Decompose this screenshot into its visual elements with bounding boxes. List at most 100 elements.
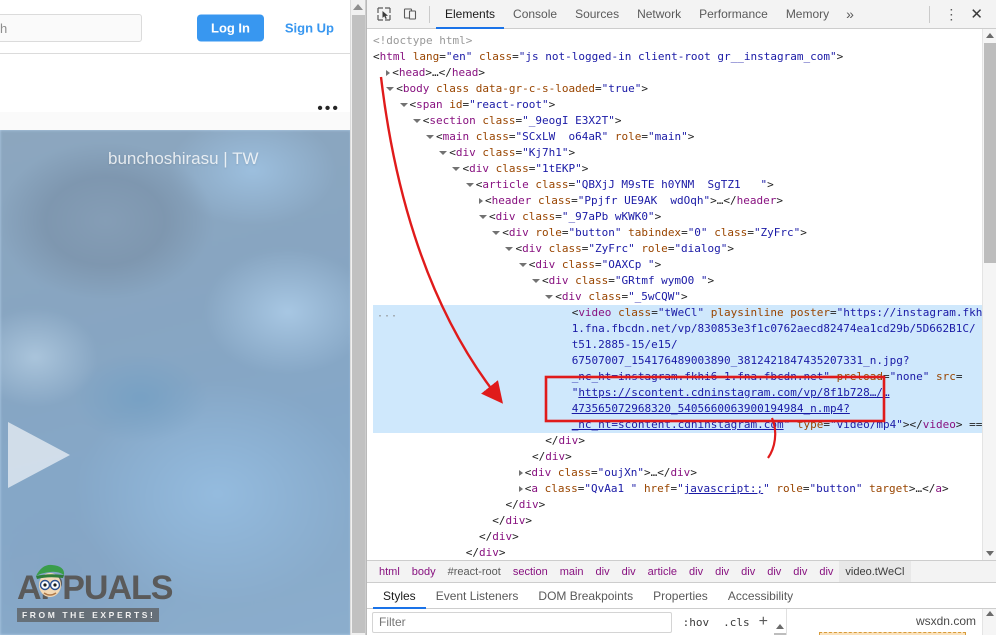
dom-tree-line[interactable]: <div role="button" tabindex="0" class="Z… — [373, 225, 982, 241]
dom-scrollbar-thumb[interactable] — [984, 43, 996, 263]
dom-tree-line[interactable]: </div> — [373, 433, 982, 449]
dom-tree-line[interactable]: <div class="1tEKP"> — [373, 161, 982, 177]
styles-filter-input[interactable] — [372, 611, 672, 633]
breadcrumb[interactable]: html body #react-root section main div div arti… — [367, 561, 996, 583]
breadcrumb-item-section[interactable]: section — [507, 561, 554, 582]
tab-network[interactable]: Network — [628, 0, 690, 29]
styles-scroll-up-arrow-icon[interactable] — [775, 624, 784, 629]
breadcrumb-item-div[interactable]: div — [616, 561, 642, 582]
chevron-down-icon[interactable] — [399, 103, 408, 107]
tab-event-listeners[interactable]: Event Listeners — [426, 583, 529, 609]
dom-token-lnk[interactable]: https://scontent.cdninstagram.com/vp/8f1… — [578, 386, 889, 399]
dom-tree-line[interactable]: <div class="_5wCQW"> — [373, 289, 982, 305]
dom-tree-line[interactable]: <a class="QvAa1 " href="javascript:;" ro… — [373, 481, 982, 497]
tab-styles[interactable]: Styles — [373, 583, 426, 609]
inspect-element-icon[interactable] — [371, 2, 397, 26]
dom-tree-line[interactable]: <section class="_9eogI E3X2T"> — [373, 113, 982, 129]
chevron-down-icon[interactable] — [545, 295, 554, 299]
tab-accessibility[interactable]: Accessibility — [718, 583, 803, 609]
breadcrumb-item-video-twecl[interactable]: video.tWeCl — [839, 561, 911, 582]
breadcrumb-item-body[interactable]: body — [406, 561, 442, 582]
dom-tree-line[interactable]: <body class data-gr-c-s-loaded="true"> — [373, 81, 982, 97]
dom-tree-line[interactable]: <div class="_97aPb wKWK0"> — [373, 209, 982, 225]
dom-tree-line[interactable]: "https://scontent.cdninstagram.com/vp/8f… — [373, 385, 982, 401]
breadcrumb-item-div[interactable]: div — [761, 561, 787, 582]
computed-scroll-up-arrow-icon[interactable] — [985, 611, 994, 616]
tab-memory[interactable]: Memory — [777, 0, 838, 29]
dom-tree-line[interactable]: 473565072968320_5405660063900194984_n.mp… — [373, 401, 982, 417]
dom-tree-line[interactable]: </div> — [373, 497, 982, 513]
dom-tree-scrollbar[interactable] — [982, 29, 996, 560]
new-style-rule-button[interactable]: + — [757, 614, 772, 630]
dom-tree-line[interactable]: </div> — [373, 449, 982, 465]
dom-tree-line[interactable]: 67507007_154176489003890_381242184743520… — [373, 353, 982, 369]
dom-tree-line[interactable]: <!doctype html> — [373, 33, 982, 49]
tab-performance[interactable]: Performance — [690, 0, 777, 29]
dom-tree-pane[interactable]: <!doctype html> <html lang="en" class="js… — [367, 29, 996, 561]
dom-tree-line[interactable]: t51.2885-15/e15/ — [373, 337, 982, 353]
breadcrumb-item--react-root[interactable]: #react-root — [442, 561, 507, 582]
breadcrumb-item-article[interactable]: article — [642, 561, 683, 582]
breadcrumb-item-div[interactable]: div — [709, 561, 735, 582]
login-button[interactable]: Log In — [197, 14, 264, 42]
computed-pane[interactable]: wsxdn.com — [787, 609, 996, 635]
dom-tree-scroll-area[interactable]: <!doctype html> <html lang="en" class="js… — [367, 29, 982, 560]
chevron-down-icon[interactable] — [531, 279, 540, 283]
chevron-right-icon[interactable] — [386, 70, 391, 76]
chevron-down-icon[interactable] — [465, 183, 474, 187]
dom-tree-line[interactable]: _nc_ht=scontent.cdninstagram.com" type="… — [373, 417, 982, 433]
play-button[interactable] — [8, 422, 70, 488]
breadcrumb-item-main[interactable]: main — [554, 561, 590, 582]
dom-tree-line[interactable]: <header class="Ppjfr UE9AK wdOqh">…</hea… — [373, 193, 982, 209]
chevron-down-icon[interactable] — [518, 263, 527, 267]
dom-tree-line[interactable]: </div> — [373, 529, 982, 545]
tab-dom-breakpoints[interactable]: DOM Breakpoints — [528, 583, 643, 609]
breadcrumb-item-html[interactable]: html — [373, 561, 406, 582]
tab-elements[interactable]: Elements — [436, 0, 504, 29]
hov-toggle-button[interactable]: :hov — [676, 616, 717, 629]
chevron-down-icon[interactable] — [412, 119, 421, 123]
dom-tree-line[interactable]: <div class="oujXn">…</div> — [373, 465, 982, 481]
dom-token-lnk[interactable]: javascript:; — [684, 482, 763, 495]
breadcrumb-item-div[interactable]: div — [735, 561, 761, 582]
signup-link[interactable]: Sign Up — [285, 21, 334, 36]
dom-token-lnk[interactable]: _nc_ht=scontent.cdninstagram.com — [572, 418, 784, 431]
page-scrollbar[interactable] — [350, 0, 365, 635]
dom-tree-line[interactable]: <head>…</head> — [373, 65, 982, 81]
chevron-down-icon[interactable] — [492, 231, 501, 235]
chevron-right-icon[interactable] — [478, 198, 483, 204]
page-scrollbar-thumb[interactable] — [352, 15, 365, 633]
chevron-down-icon[interactable] — [505, 247, 514, 251]
search-input[interactable]: Search — [0, 14, 142, 42]
dom-tree-line[interactable]: 1.fna.fbcdn.net/vp/830853e3f1c0762aecd82… — [373, 321, 982, 337]
dom-token-lnk[interactable]: 473565072968320_5405660063900194984_n.mp… — [572, 402, 850, 415]
dom-tree-line[interactable]: <div class="OAXCp "> — [373, 257, 982, 273]
dom-tree-line[interactable]: _nc_ht=instagram.fkhi6-1.fna.fbcdn.net" … — [373, 369, 982, 385]
dom-tree-line[interactable]: <article class="QBXjJ M9sTE h0YNM SgTZ1 … — [373, 177, 982, 193]
chevron-down-icon[interactable] — [478, 215, 487, 219]
device-toolbar-icon[interactable] — [397, 2, 423, 26]
chevron-down-icon[interactable] — [386, 87, 395, 91]
chevron-right-icon[interactable] — [518, 486, 523, 492]
breadcrumb-item-div[interactable]: div — [590, 561, 616, 582]
dom-tree-line[interactable]: <html lang="en" class="js not-logged-in … — [373, 49, 982, 65]
chevron-down-icon[interactable] — [452, 167, 461, 171]
dom-scroll-down-arrow-icon[interactable] — [985, 551, 994, 556]
dom-tree[interactable]: <!doctype html> <html lang="en" class="js… — [367, 29, 982, 560]
chevron-down-icon[interactable] — [425, 135, 434, 139]
dom-tree-line[interactable]: ··· <video class="tWeCl" playsinline pos… — [373, 305, 982, 322]
dom-tree-line[interactable]: </div> — [373, 545, 982, 560]
tab-console[interactable]: Console — [504, 0, 566, 29]
tab-properties[interactable]: Properties — [643, 583, 718, 609]
scroll-up-arrow-icon[interactable] — [353, 4, 363, 10]
more-tabs-chevron-icon[interactable]: » — [838, 6, 862, 22]
dom-tree-line[interactable]: <div class="ZyFrc" role="dialog"> — [373, 241, 982, 257]
breadcrumb-item-div[interactable]: div — [813, 561, 839, 582]
dom-tree-line[interactable]: <span id="react-root"> — [373, 97, 982, 113]
dom-scroll-up-arrow-icon[interactable] — [985, 33, 994, 38]
dom-tree-line[interactable]: <div class="GRtmf wymO0 "> — [373, 273, 982, 289]
post-more-options-button[interactable]: ••• — [317, 100, 340, 118]
close-devtools-icon[interactable]: ✕ — [966, 5, 992, 23]
tab-sources[interactable]: Sources — [566, 0, 628, 29]
chevron-right-icon[interactable] — [518, 470, 523, 476]
